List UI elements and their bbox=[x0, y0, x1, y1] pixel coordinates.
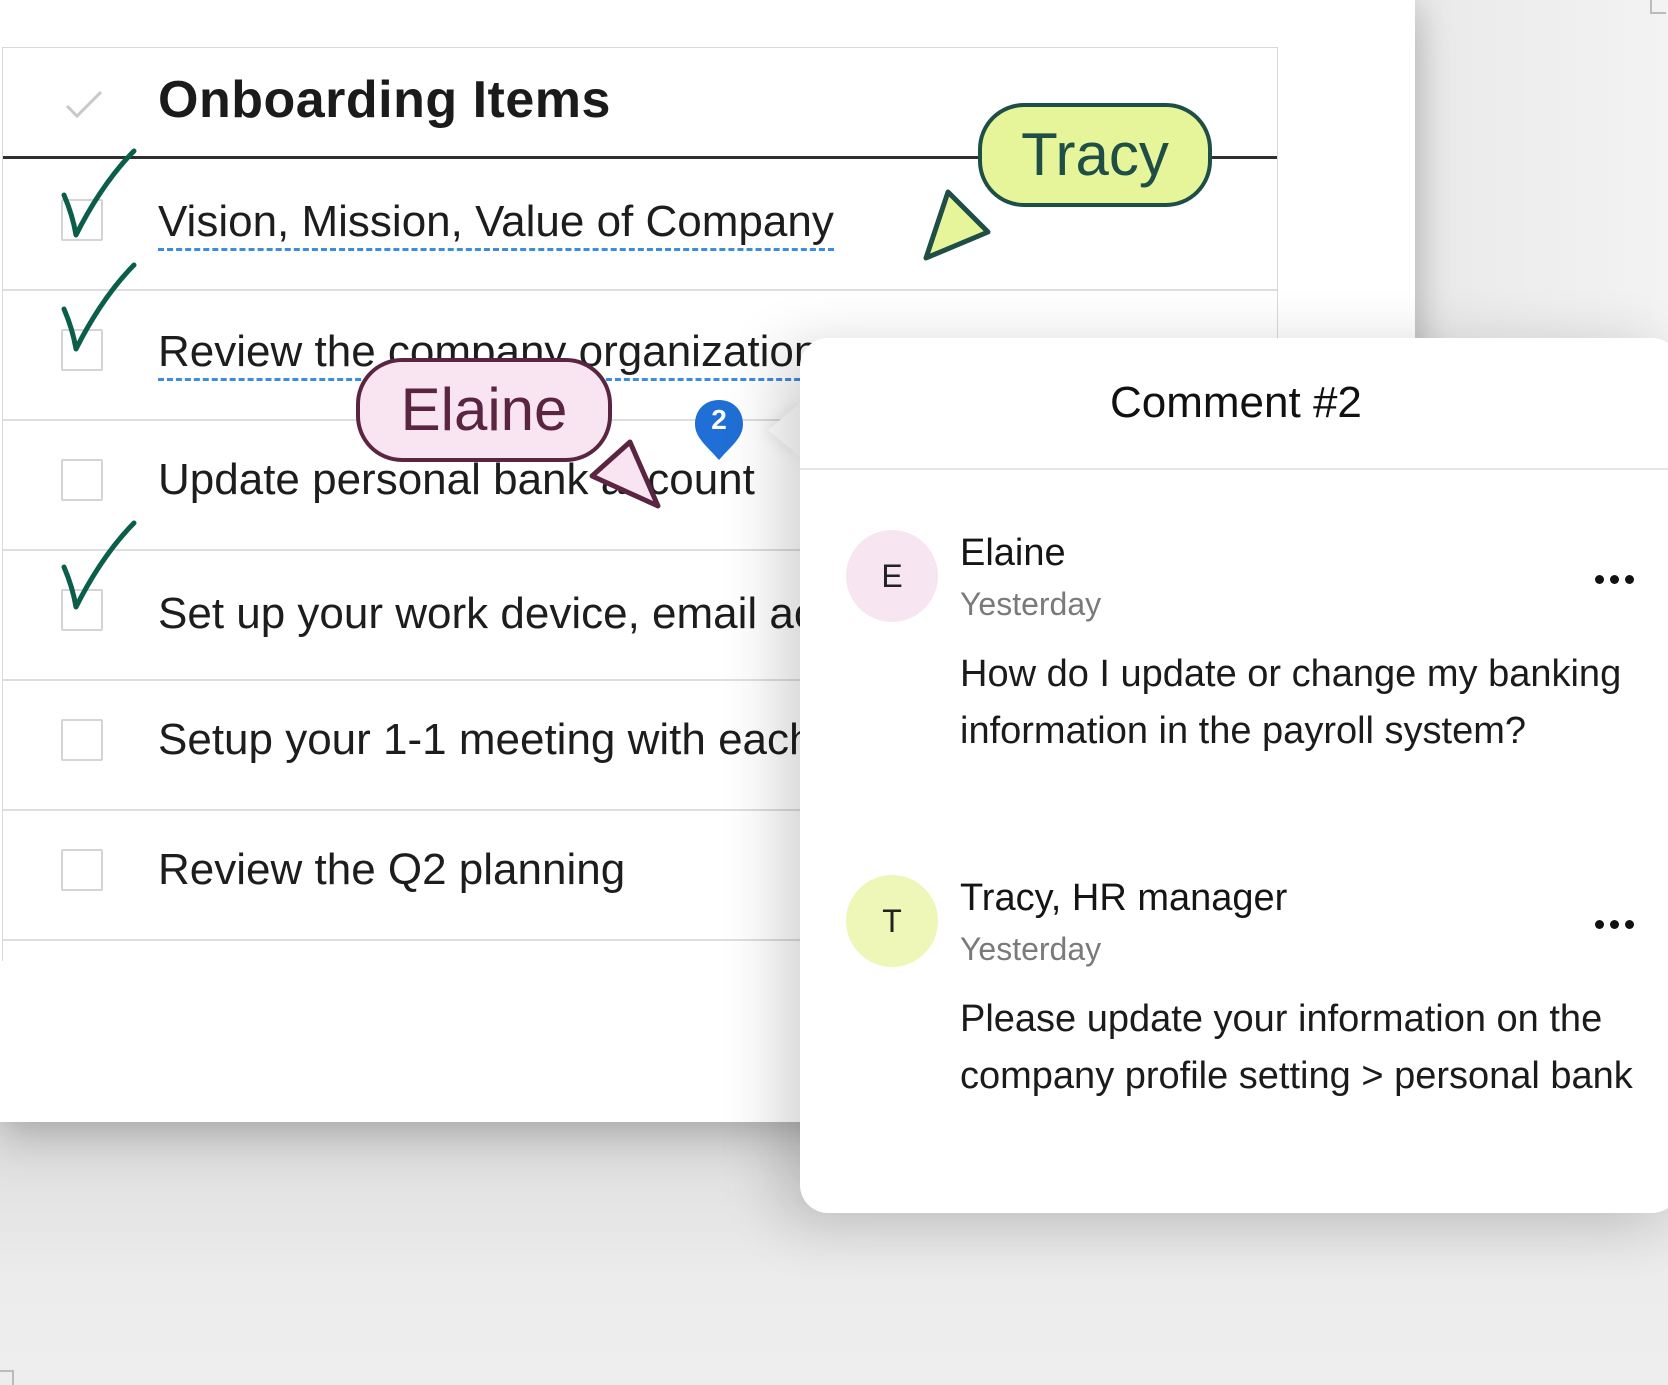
comment-time: Yesterday bbox=[960, 931, 1102, 967]
comment-count: 2 bbox=[711, 404, 727, 435]
more-horizontal-icon[interactable] bbox=[1595, 569, 1645, 589]
panel-pointer bbox=[768, 400, 804, 460]
comment-author: Elaine bbox=[960, 532, 1066, 574]
avatar[interactable]: T bbox=[846, 875, 938, 967]
row-checkbox[interactable] bbox=[61, 719, 103, 761]
cursor-label-elaine: Elaine bbox=[356, 358, 612, 462]
panel-title: Comment #2 bbox=[1110, 378, 1362, 427]
handwritten-check-icon bbox=[61, 520, 137, 610]
comment-body: How do I update or change my banking inf… bbox=[960, 653, 1622, 752]
cursor-arrow-icon bbox=[923, 189, 991, 261]
comment-time: Yesterday bbox=[960, 586, 1102, 622]
row-checkbox[interactable] bbox=[61, 849, 103, 891]
avatar[interactable]: E bbox=[846, 530, 938, 622]
comment-author: Tracy, HR manager bbox=[960, 877, 1288, 919]
row-label[interactable]: Setup your 1-1 meeting with each bbox=[158, 715, 814, 765]
row-label[interactable]: Review the Q2 planning bbox=[158, 845, 625, 895]
row-label[interactable]: Set up your work device, email ac bbox=[158, 589, 816, 639]
row-label[interactable]: Vision, Mission, Value of Company bbox=[158, 197, 834, 251]
handwritten-check-icon bbox=[61, 262, 137, 352]
comment-panel: Comment #2 E Elaine Yesterday How do I u… bbox=[800, 338, 1668, 1213]
cursor-label-tracy: Tracy bbox=[978, 103, 1212, 207]
panel-header: Comment #2 bbox=[800, 338, 1668, 470]
crop-mark-top-right bbox=[1650, 0, 1666, 14]
cursor-arrow-icon bbox=[589, 439, 661, 509]
more-horizontal-icon[interactable] bbox=[1595, 914, 1645, 934]
table-title: Onboarding Items bbox=[158, 71, 611, 129]
row-checkbox[interactable] bbox=[61, 459, 103, 501]
comment-body: Please update your information on the co… bbox=[960, 998, 1633, 1097]
select-all-check-icon[interactable] bbox=[63, 84, 105, 124]
handwritten-check-icon bbox=[61, 148, 137, 238]
